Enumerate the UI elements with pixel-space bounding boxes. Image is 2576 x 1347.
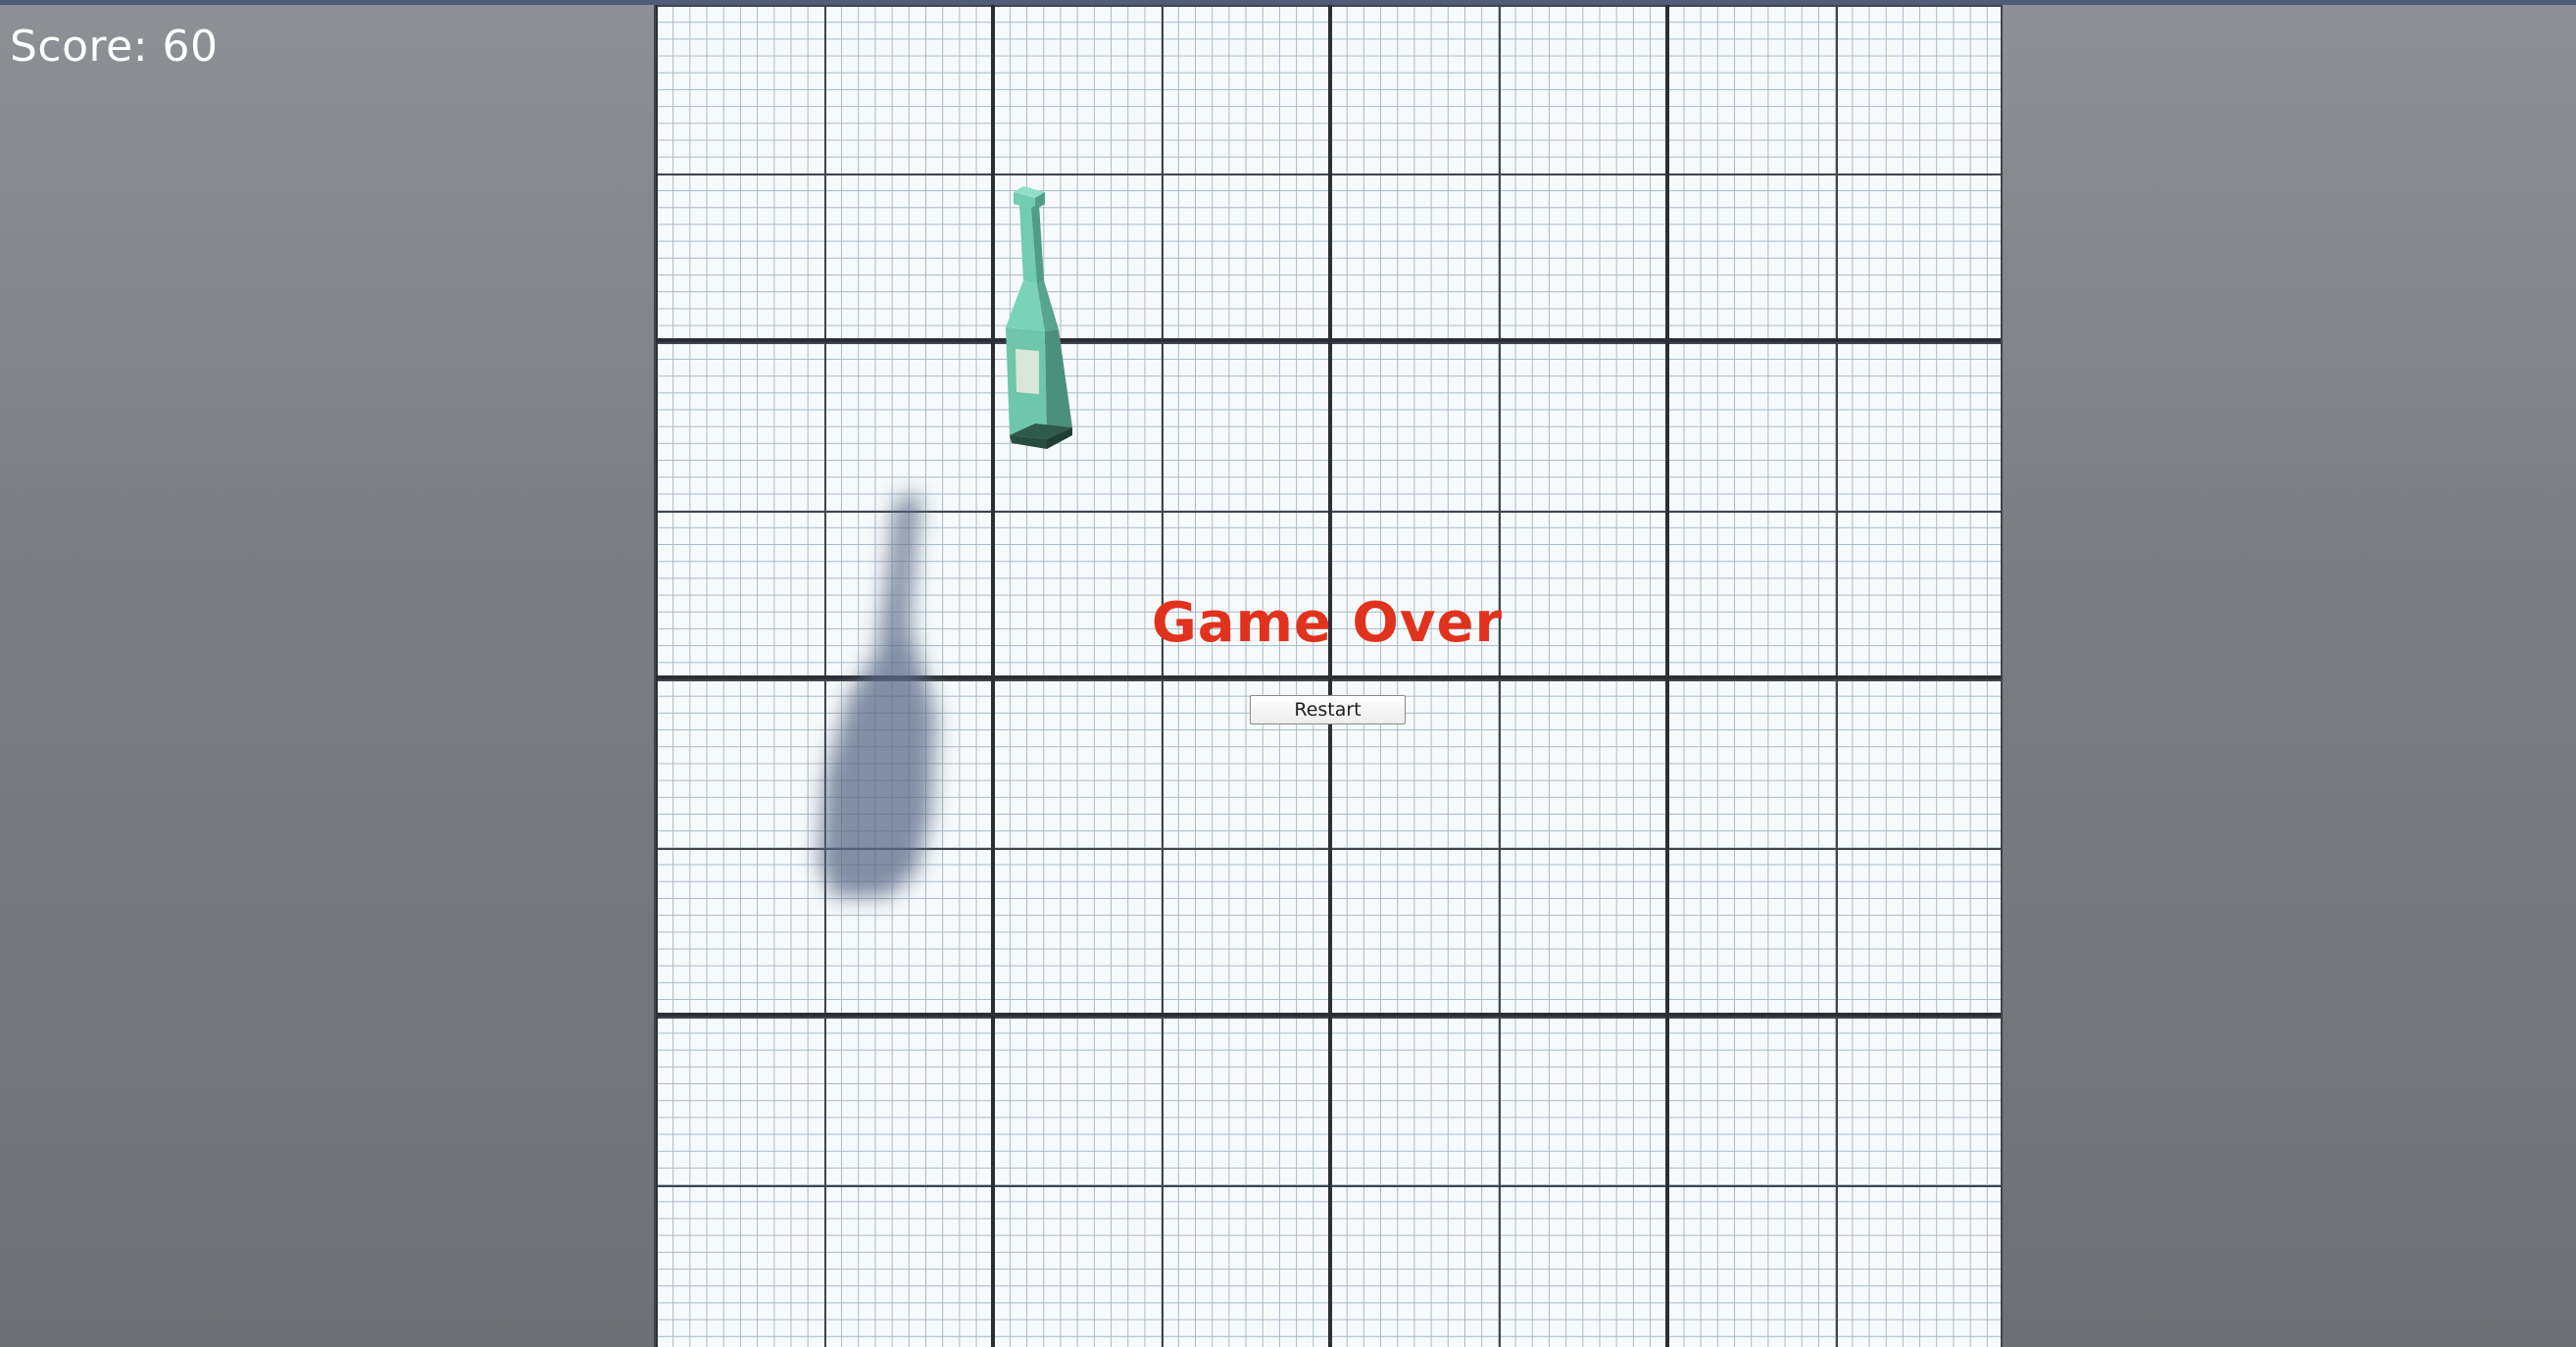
graph-paper-board bbox=[654, 5, 2003, 1347]
score-label: Score: 60 bbox=[10, 22, 219, 72]
restart-button[interactable]: Restart bbox=[1250, 695, 1406, 724]
game-over-title: Game Over bbox=[1151, 591, 1504, 655]
bottle-icon bbox=[1006, 186, 1072, 449]
